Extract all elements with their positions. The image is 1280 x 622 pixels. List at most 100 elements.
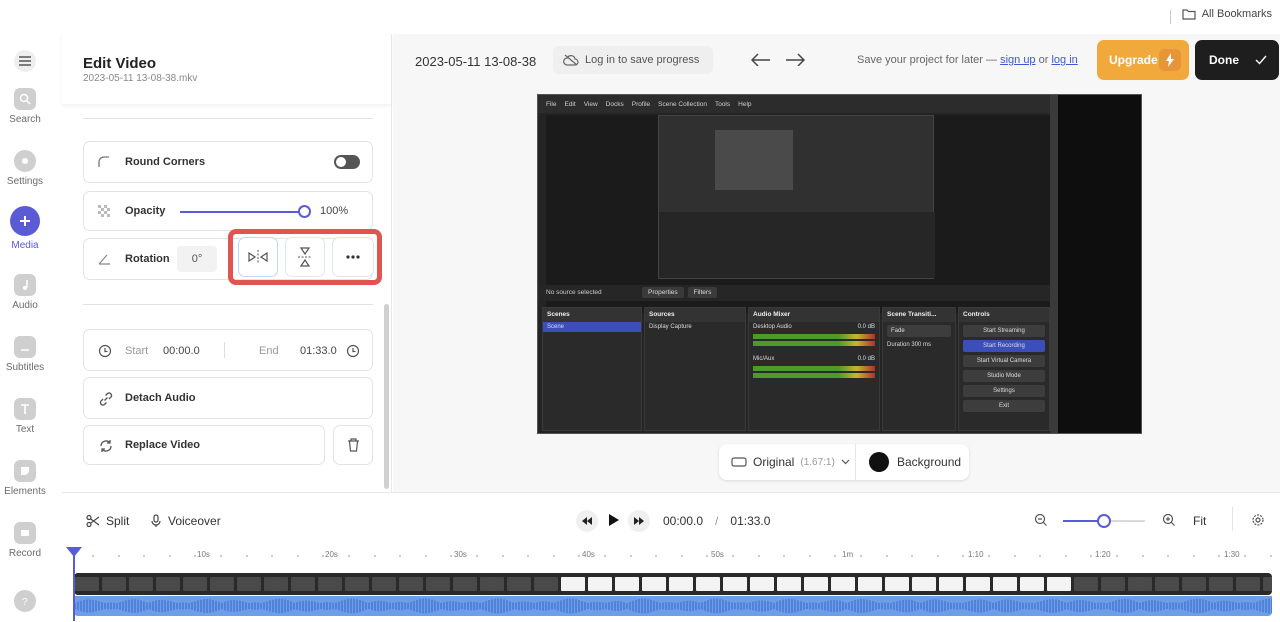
waveform-bar [950, 602, 952, 610]
rail-media[interactable]: Media [0, 206, 50, 251]
replace-video-button[interactable]: Replace Video [83, 425, 325, 465]
tick-dot [501, 555, 504, 557]
playhead[interactable] [66, 547, 82, 621]
aspect-ratio-dropdown[interactable]: Original (1.67:1) [719, 444, 856, 480]
waveform-bar [323, 602, 325, 610]
rotation-value[interactable]: 0° [177, 246, 217, 272]
waveform-bar [1112, 601, 1114, 611]
waveform-bar [254, 602, 256, 610]
fit-button[interactable]: Fit [1193, 514, 1206, 528]
waveform-bar [620, 601, 622, 611]
opacity-slider-handle[interactable] [298, 205, 311, 218]
waveform-bar [524, 601, 526, 611]
obs-window-edge [1050, 95, 1058, 433]
fast-forward-button[interactable] [628, 510, 650, 532]
video-frame-thumb [885, 577, 909, 591]
waveform-bar [95, 600, 97, 612]
video-frame-thumb [750, 577, 774, 591]
background-button[interactable]: Background [857, 444, 969, 480]
waveform-bar [347, 599, 349, 613]
video-frame-thumb [1155, 577, 1179, 591]
redo-button[interactable] [785, 52, 805, 66]
waveform-bar [452, 601, 454, 611]
rail-subtitles[interactable]: Subtitles [0, 336, 50, 373]
video-frame-thumb [1182, 577, 1206, 591]
trash-icon [347, 438, 360, 452]
rail-elements[interactable]: Elements [0, 460, 50, 497]
waveform-bar [140, 600, 142, 612]
zoom-out-button[interactable] [1034, 513, 1048, 527]
lightning-icon [1159, 49, 1181, 71]
done-button[interactable]: Done [1195, 40, 1279, 80]
tick-label: 40s [582, 550, 595, 559]
waveform-bar [626, 602, 628, 610]
waveform-bar [542, 601, 544, 611]
waveform-bar [245, 602, 247, 610]
waveform-bar [440, 602, 442, 610]
obs-control-button: Exit [963, 400, 1045, 412]
help-button[interactable]: ? [0, 590, 50, 616]
save-progress-button[interactable]: Log in to save progress [553, 46, 713, 74]
panel-scrollbar[interactable] [384, 304, 389, 489]
voiceover-button[interactable]: Voiceover [150, 514, 221, 528]
obs-filters-tab: Filters [687, 287, 718, 298]
rail-text[interactable]: Text [0, 398, 50, 435]
waveform-bar [860, 599, 862, 613]
scissors-icon [86, 514, 100, 528]
zoom-slider[interactable] [1063, 514, 1145, 528]
waveform-bar [137, 599, 139, 613]
rewind-button[interactable] [576, 510, 598, 532]
obs-menubar: File Edit View Docks Profile Scene Colle… [538, 95, 1050, 113]
obs-preview [546, 115, 1050, 313]
project-name[interactable]: 2023-05-11 13-08-38 [415, 54, 536, 69]
timeline-settings-button[interactable] [1251, 513, 1265, 527]
end-time-input[interactable]: 01:33.0 [300, 345, 337, 357]
video-track[interactable] [74, 573, 1272, 595]
camera-icon [14, 522, 36, 544]
detach-audio-button[interactable]: Detach Audio [83, 377, 373, 419]
waveform-bar [929, 599, 931, 613]
waveform-bar [701, 602, 703, 610]
delete-button[interactable] [333, 425, 373, 465]
rail-settings[interactable]: Settings [0, 150, 50, 187]
waveform-bar [824, 601, 826, 611]
opacity-label: Opacity [125, 205, 166, 217]
timeline-ruler[interactable]: 10s 20s 30s 40s 50s 1m 1:10 1:20 1:30 [62, 545, 1280, 567]
zoom-slider-handle[interactable] [1097, 514, 1111, 528]
log-in-link[interactable]: log in [1051, 54, 1077, 66]
waveform-bar [350, 598, 352, 614]
opacity-slider-track[interactable] [180, 211, 304, 213]
waveform-bar [1067, 602, 1069, 610]
waveform-bar [302, 600, 304, 612]
video-frame-thumb [615, 577, 639, 591]
waveform-bar [485, 601, 487, 611]
waveform-bar [491, 599, 493, 613]
rail-record[interactable]: Record [0, 522, 50, 559]
upgrade-button[interactable]: Upgrade [1097, 40, 1189, 80]
waveform-bar [863, 599, 865, 613]
menu-button[interactable] [0, 50, 50, 76]
play-button[interactable] [602, 508, 626, 532]
waveform-bar [998, 600, 1000, 612]
tick-dot [604, 555, 606, 557]
obs-duration-value: 300 ms [911, 342, 932, 348]
waveform-bar [497, 598, 499, 614]
waveform-bar [170, 601, 172, 611]
undo-button[interactable] [751, 52, 771, 66]
split-button[interactable]: Split [86, 514, 129, 528]
audio-track[interactable] [74, 596, 1272, 616]
round-corners-toggle[interactable] [334, 155, 360, 169]
waveform-bar [713, 598, 715, 614]
rail-label: Elements [4, 486, 46, 497]
canvas-area: 2023-05-11 13-08-38 Log in to save progr… [393, 34, 1280, 492]
sign-up-link[interactable]: sign up [1000, 54, 1035, 66]
trim-row: Start 00:00.0 End 01:33.0 [83, 329, 373, 371]
rail-search[interactable]: Search [0, 88, 50, 125]
rail-audio[interactable]: Audio [0, 274, 50, 311]
all-bookmarks[interactable]: All Bookmarks [1182, 8, 1272, 20]
video-preview[interactable]: File Edit View Docks Profile Scene Colle… [537, 94, 1142, 434]
start-time-input[interactable]: 00:00.0 [163, 345, 200, 357]
waveform-bar [236, 600, 238, 612]
zoom-in-button[interactable] [1162, 513, 1176, 527]
background-color-swatch [869, 452, 889, 472]
